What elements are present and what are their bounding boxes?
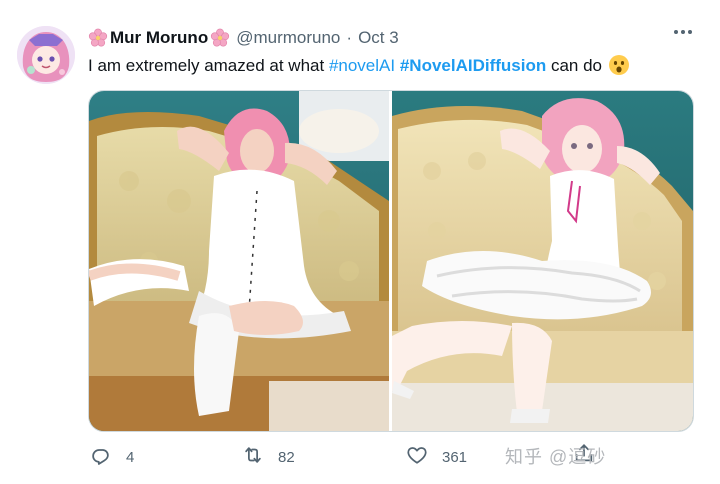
separator-dot: ·	[346, 28, 353, 47]
anime-rendering[interactable]	[392, 91, 693, 431]
retweet-button[interactable]: 82	[242, 444, 295, 470]
avatar[interactable]	[17, 26, 75, 84]
more-options-icon[interactable]	[674, 30, 692, 34]
tweet: Mur Moruno @murmoruno · Oct 3 I am extre…	[0, 0, 720, 484]
reply-icon	[90, 444, 112, 470]
watermark: 知乎 @逗砂	[505, 447, 607, 467]
tweet-header: Mur Moruno @murmoruno · Oct 3	[88, 26, 399, 50]
tweet-text: I am extremely amazed at what #novelAI #…	[88, 54, 630, 78]
like-count: 361	[442, 448, 468, 466]
cherry-blossom-icon	[88, 28, 108, 48]
tweet-actions: 4 82 361	[88, 444, 708, 472]
hashtag-novelai[interactable]: #novelAI	[329, 56, 395, 75]
like-icon	[406, 444, 428, 470]
user-handle[interactable]: @murmoruno	[236, 28, 340, 48]
like-button[interactable]: 361	[406, 444, 467, 470]
reply-button[interactable]: 4	[90, 444, 134, 470]
cosplay-photo[interactable]	[89, 91, 389, 431]
media-grid	[88, 90, 694, 432]
reply-count: 4	[126, 448, 135, 466]
cherry-blossom-icon	[210, 28, 230, 48]
tweet-date[interactable]: Oct 3	[358, 28, 399, 48]
hashtag-novelaidiffusion[interactable]: #NovelAIDiffusion	[400, 56, 546, 75]
retweet-icon	[242, 444, 264, 470]
retweet-count: 82	[278, 448, 295, 466]
tweet-text-before: I am extremely amazed at what	[88, 56, 329, 75]
display-name[interactable]: Mur Moruno	[110, 28, 208, 48]
tweet-text-after: can do	[546, 56, 603, 75]
astonished-face-emoji	[608, 54, 630, 76]
